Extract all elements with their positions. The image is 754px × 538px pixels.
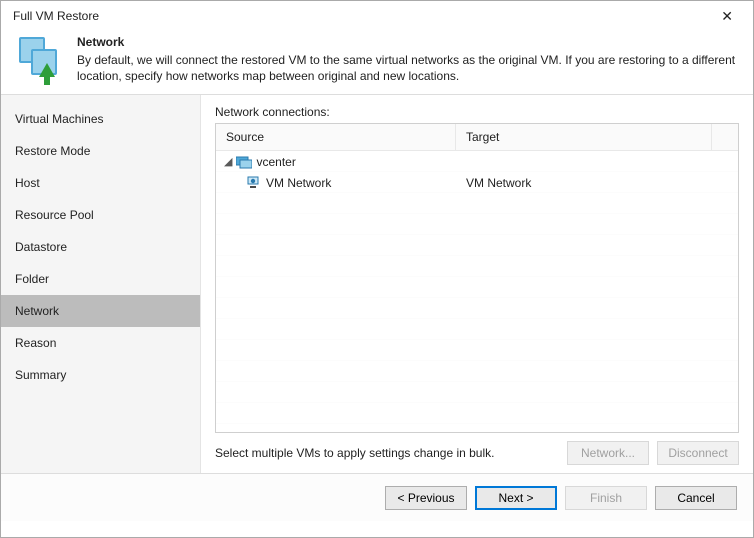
sidebar-item-folder[interactable]: Folder bbox=[1, 263, 200, 295]
window-title: Full VM Restore bbox=[13, 9, 99, 23]
network-button: Network... bbox=[567, 441, 649, 465]
wizard-footer: < Previous Next > Finish Cancel bbox=[1, 473, 753, 521]
close-button[interactable]: ✕ bbox=[711, 4, 743, 29]
column-spacer bbox=[712, 124, 738, 150]
cancel-button[interactable]: Cancel bbox=[655, 486, 737, 510]
connections-label: Network connections: bbox=[215, 105, 739, 119]
vcenter-icon bbox=[236, 155, 252, 169]
header-title: Network bbox=[77, 35, 737, 49]
expand-caret-icon[interactable]: ◢ bbox=[224, 155, 232, 168]
tree-root-label: vcenter bbox=[256, 155, 295, 169]
sidebar-item-restore-mode[interactable]: Restore Mode bbox=[1, 135, 200, 167]
target-network-label: VM Network bbox=[456, 176, 738, 190]
sidebar-item-reason[interactable]: Reason bbox=[1, 327, 200, 359]
restore-icon bbox=[17, 35, 65, 83]
column-target[interactable]: Target bbox=[456, 124, 712, 150]
previous-button[interactable]: < Previous bbox=[385, 486, 467, 510]
network-icon bbox=[246, 176, 262, 190]
sidebar: Virtual Machines Restore Mode Host Resou… bbox=[1, 95, 201, 473]
hint-text: Select multiple VMs to apply settings ch… bbox=[215, 446, 494, 460]
next-button[interactable]: Next > bbox=[475, 486, 557, 510]
sidebar-item-virtual-machines[interactable]: Virtual Machines bbox=[1, 103, 200, 135]
tree-child-row[interactable]: VM Network VM Network bbox=[216, 172, 738, 193]
column-source[interactable]: Source bbox=[216, 124, 456, 150]
grid-body[interactable]: ◢ vcenter VM Network V bbox=[216, 151, 738, 432]
sidebar-item-summary[interactable]: Summary bbox=[1, 359, 200, 391]
connections-grid: Source Target ◢ vcenter bbox=[215, 123, 739, 433]
disconnect-button: Disconnect bbox=[657, 441, 739, 465]
main-panel: Network connections: Source Target ◢ vce… bbox=[201, 95, 753, 473]
finish-button: Finish bbox=[565, 486, 647, 510]
tree-root-row[interactable]: ◢ vcenter bbox=[216, 151, 738, 172]
hint-row: Select multiple VMs to apply settings ch… bbox=[215, 433, 739, 465]
grid-header: Source Target bbox=[216, 124, 738, 151]
wizard-body: Virtual Machines Restore Mode Host Resou… bbox=[1, 95, 753, 473]
sidebar-item-resource-pool[interactable]: Resource Pool bbox=[1, 199, 200, 231]
titlebar: Full VM Restore ✕ bbox=[1, 1, 753, 31]
header-description: By default, we will connect the restored… bbox=[77, 52, 737, 84]
sidebar-item-host[interactable]: Host bbox=[1, 167, 200, 199]
wizard-header: Network By default, we will connect the … bbox=[1, 31, 753, 94]
sidebar-item-network[interactable]: Network bbox=[1, 295, 200, 327]
sidebar-item-datastore[interactable]: Datastore bbox=[1, 231, 200, 263]
source-network-label: VM Network bbox=[266, 176, 331, 190]
